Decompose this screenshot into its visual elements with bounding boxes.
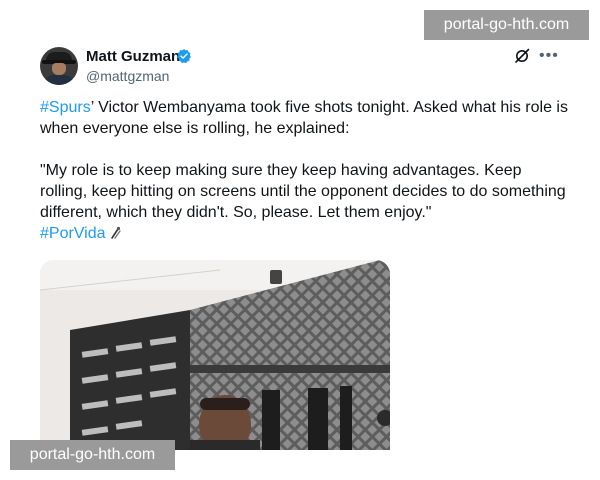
watermark-top: portal-go-hth.com bbox=[424, 10, 589, 40]
grok-icon[interactable] bbox=[514, 48, 530, 64]
tweet-intro-paragraph: #Spurs’ Victor Wembanyama took five shot… bbox=[40, 97, 570, 139]
tweet-closing-line: #PorVida bbox=[40, 223, 570, 244]
author-handle[interactable]: @mattgzman bbox=[86, 68, 169, 84]
tweet-intro-text: ’ Victor Wembanyama took five shots toni… bbox=[40, 99, 568, 137]
tweet-card: Matt Guzman @mattgzman ••• #Spurs’ Victo… bbox=[0, 0, 600, 480]
verified-badge-icon bbox=[177, 49, 191, 64]
tweet-media-photo[interactable] bbox=[40, 260, 390, 450]
tweet-text: #Spurs’ Victor Wembanyama took five shot… bbox=[40, 97, 570, 244]
avatar[interactable] bbox=[40, 47, 78, 85]
spurs-emoji-icon bbox=[110, 226, 121, 239]
author-display-name[interactable]: Matt Guzman bbox=[86, 48, 180, 65]
avatar-shirt bbox=[44, 75, 74, 85]
hashtag-spurs[interactable]: #Spurs bbox=[40, 99, 91, 116]
hashtag-porvida[interactable]: #PorVida bbox=[40, 225, 106, 242]
watermark-bottom: portal-go-hth.com bbox=[10, 440, 175, 470]
more-options-icon[interactable]: ••• bbox=[539, 48, 559, 64]
press-conference-photo bbox=[40, 260, 390, 450]
avatar-face bbox=[52, 63, 66, 75]
tweet-quote-paragraph: "My role is to keep making sure they kee… bbox=[40, 162, 566, 221]
